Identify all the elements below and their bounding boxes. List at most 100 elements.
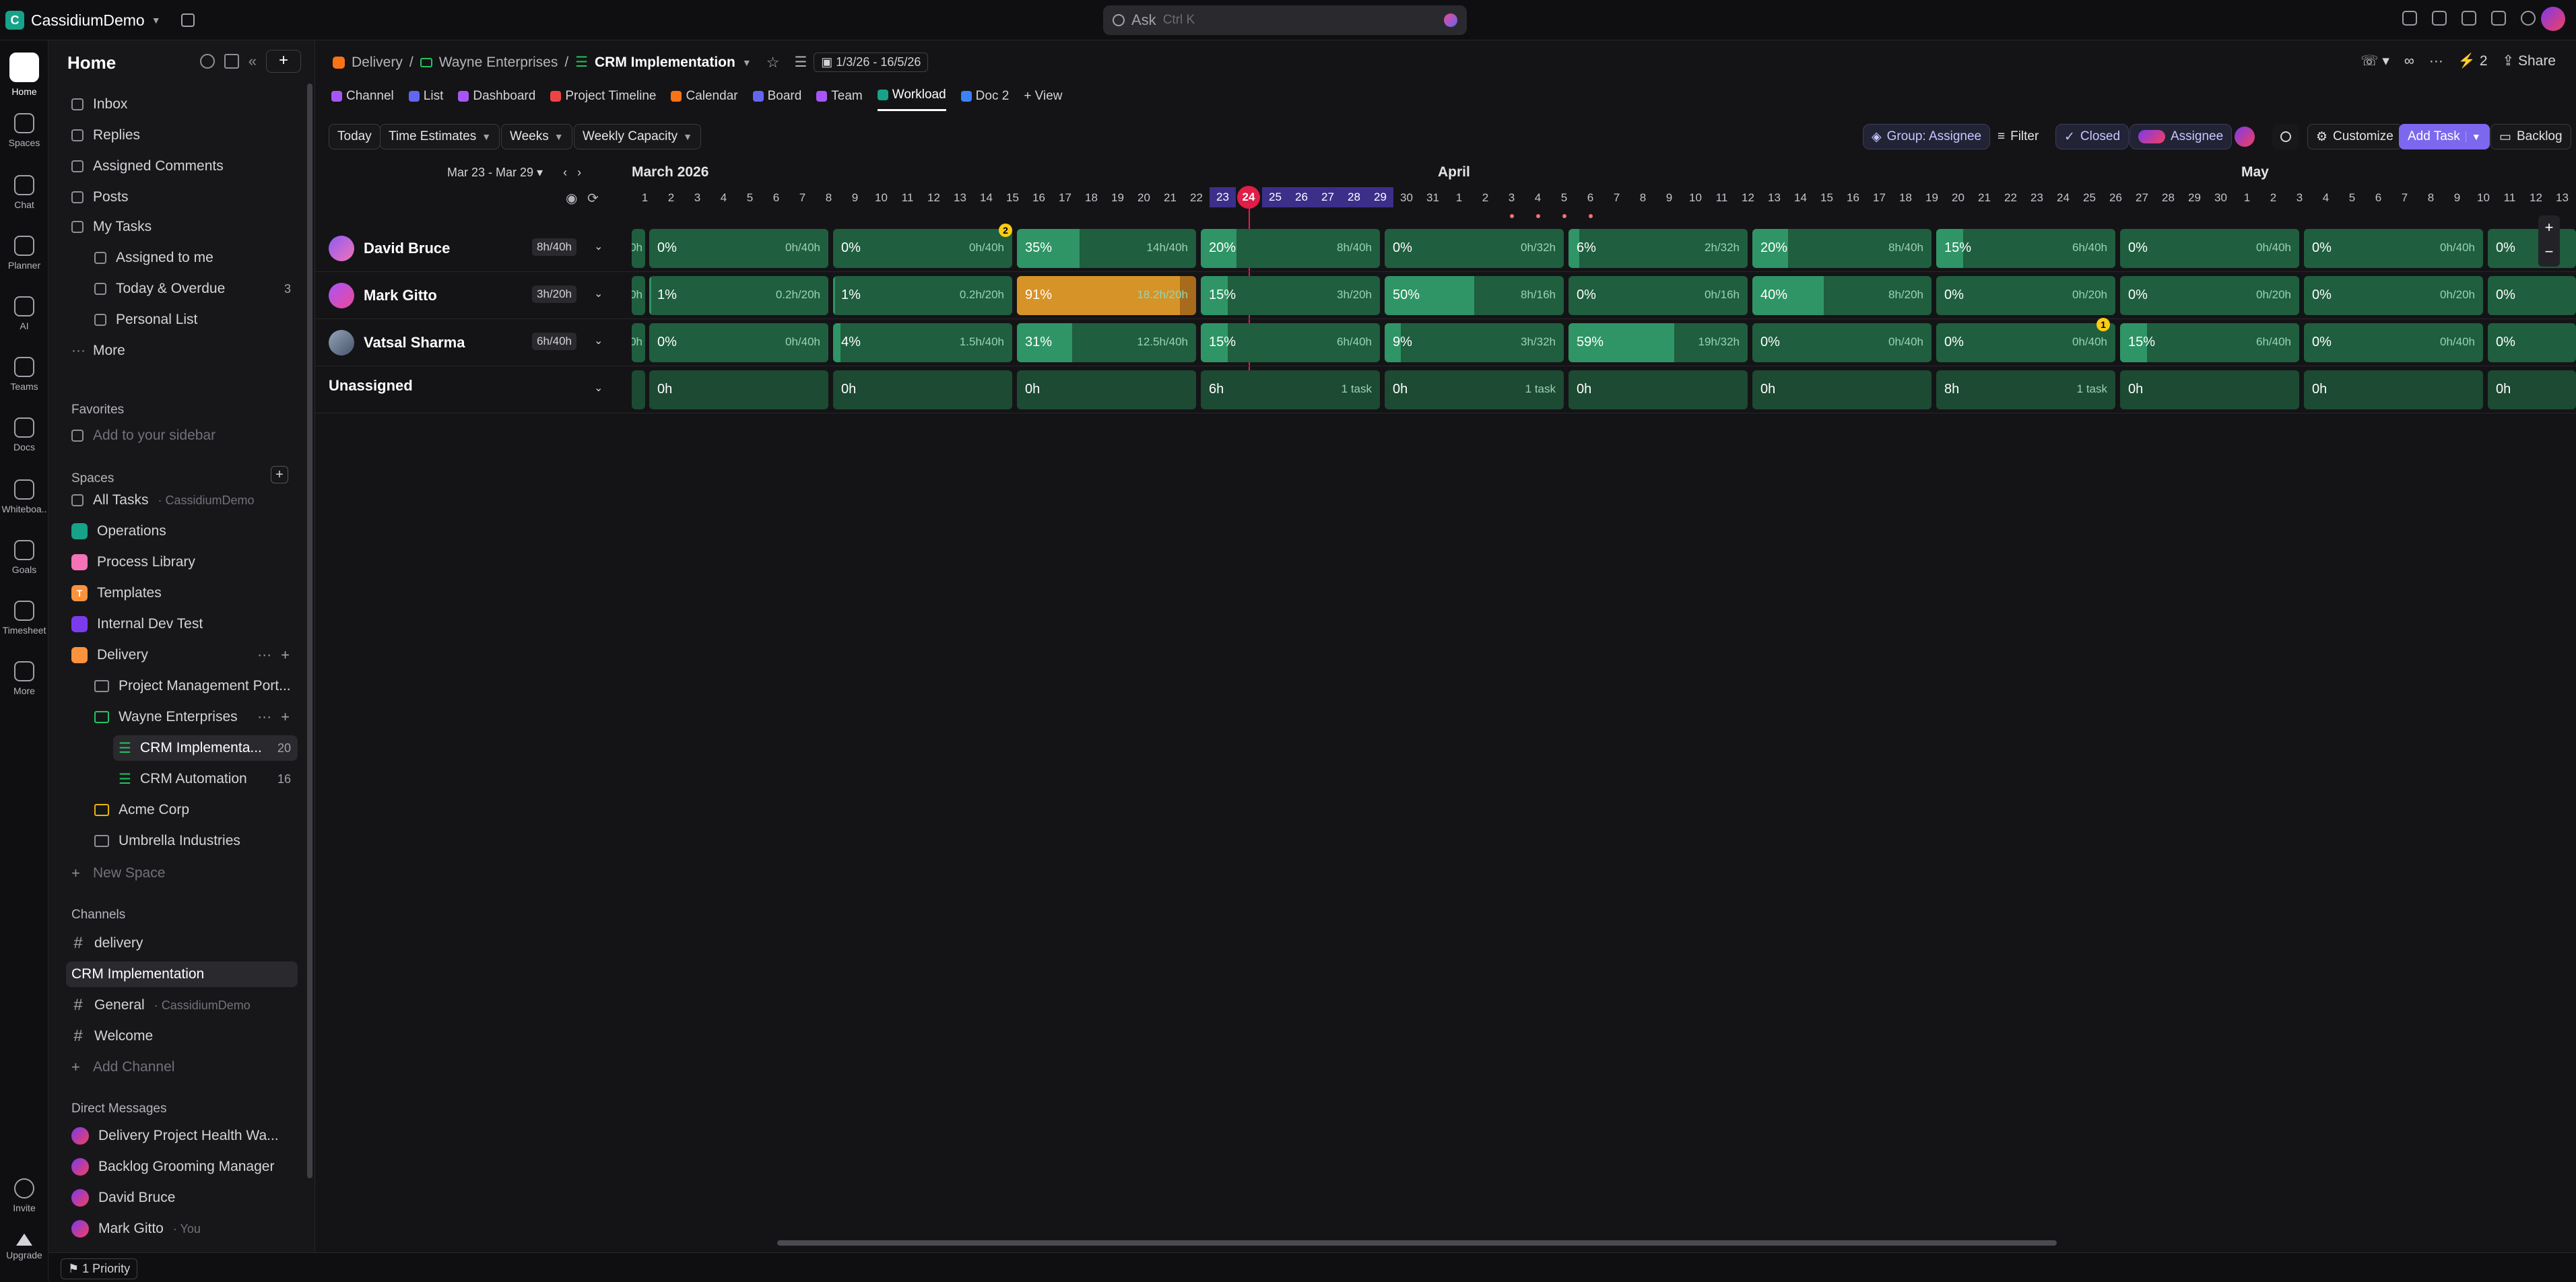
- task-badge[interactable]: 1: [2096, 318, 2110, 331]
- workload-cell[interactable]: 31% 12.5h/40h: [1017, 323, 1196, 362]
- refresh-icon[interactable]: ⟳: [587, 190, 599, 207]
- sidebar-child-crm-automation[interactable]: ☰ CRM Automation 16: [113, 766, 298, 792]
- workload-cell[interactable]: 0h: [1017, 370, 1196, 409]
- person-name[interactable]: Unassigned: [329, 377, 413, 395]
- chevron-down-icon[interactable]: ⌄: [594, 334, 603, 347]
- workload-cell[interactable]: 0h: [1568, 370, 1748, 409]
- chevron-down-icon[interactable]: ⌄: [594, 381, 603, 395]
- space-internal-dev-test[interactable]: Internal Dev Test: [66, 611, 298, 637]
- more-icon[interactable]: ···: [257, 709, 271, 725]
- tab-channel[interactable]: Channel: [331, 88, 394, 111]
- workload-cell[interactable]: 6% 2h/32h: [1568, 229, 1748, 268]
- sidebar-item-replies[interactable]: Replies: [66, 123, 298, 148]
- more-icon[interactable]: ···: [257, 647, 271, 663]
- tab--view[interactable]: + View: [1024, 88, 1062, 111]
- workload-cell[interactable]: 0%: [2488, 323, 2576, 362]
- workload-cell[interactable]: 0% 0h/40h: [1752, 323, 1931, 362]
- sidebar-item-inbox[interactable]: Inbox: [66, 92, 298, 117]
- rail-item-invite[interactable]: Invite: [0, 1178, 48, 1213]
- workload-cell[interactable]: 0%: [2488, 229, 2576, 268]
- workload-cell[interactable]: 35% 14h/40h: [1017, 229, 1196, 268]
- date-range-chip[interactable]: ▣ 1/3/26 - 16/5/26: [814, 53, 929, 72]
- weeks-dropdown[interactable]: Weeks ▼: [501, 124, 572, 149]
- workload-cell[interactable]: 0% 0h/40h: [1936, 323, 2115, 362]
- backlog-button[interactable]: ▭ Backlog: [2490, 124, 2571, 149]
- priority-chip[interactable]: ⚑ 1 Priority: [61, 1258, 138, 1279]
- workload-cell[interactable]: 40% 8h/20h: [1752, 276, 1931, 315]
- workload-cell[interactable]: 0% 0h/20h: [2304, 276, 2483, 315]
- date-range-picker[interactable]: Mar 23 - Mar 29 ▾ ‹ ›: [447, 166, 581, 180]
- lead-cell[interactable]: 0h: [632, 276, 645, 315]
- rail-item-home[interactable]: Home: [0, 53, 48, 97]
- search-icon[interactable]: [199, 54, 215, 69]
- breadcrumb-list[interactable]: CRM Implementation: [595, 55, 735, 71]
- sidebar-item-today-overdue[interactable]: Today & Overdue 3: [89, 276, 298, 302]
- workload-cell[interactable]: 0h: [1752, 370, 1931, 409]
- zoom-out-button[interactable]: −: [2538, 240, 2560, 264]
- tab-list[interactable]: List: [408, 88, 443, 111]
- sidebar-item-assigned-to-me[interactable]: Assigned to me: [89, 245, 298, 271]
- tab-calendar[interactable]: Calendar: [671, 88, 738, 111]
- sidebar-child-acme-corp[interactable]: Acme Corp: [89, 797, 298, 823]
- ai-sparkle-icon[interactable]: [1444, 13, 1457, 27]
- horizontal-scrollbar[interactable]: [777, 1240, 2057, 1246]
- workload-cell[interactable]: 50% 8h/16h: [1385, 276, 1564, 315]
- lead-cell[interactable]: 0h: [632, 229, 645, 268]
- workload-cell[interactable]: 15% 6h/40h: [1201, 323, 1380, 362]
- person-name[interactable]: Vatsal Sharma: [329, 330, 465, 356]
- workload-cell[interactable]: 0% 0h/40h: [2304, 229, 2483, 268]
- plus-icon[interactable]: +: [281, 708, 290, 726]
- eye-icon[interactable]: ◉: [566, 190, 577, 207]
- rail-item-planner[interactable]: Planner: [0, 236, 48, 271]
- workload-cell[interactable]: 0% 0h/32h: [1385, 229, 1564, 268]
- workload-cell[interactable]: 15% 3h/20h: [1201, 276, 1380, 315]
- collapse-icon[interactable]: «: [249, 53, 257, 70]
- create-button[interactable]: +: [266, 50, 301, 73]
- workload-cell[interactable]: 20% 8h/40h: [1752, 229, 1931, 268]
- automation-count[interactable]: ⚡ 2: [2458, 53, 2488, 69]
- workload-cell[interactable]: 4% 1.5h/40h: [833, 323, 1012, 362]
- rail-item-ai[interactable]: AI: [0, 296, 48, 331]
- workload-cell[interactable]: 15% 6h/40h: [2120, 323, 2299, 362]
- video-icon[interactable]: [2432, 11, 2447, 26]
- rail-item-goals[interactable]: Goals: [0, 540, 48, 575]
- workload-cell[interactable]: 0% 0h/20h: [1936, 276, 2115, 315]
- space-process-library[interactable]: Process Library: [66, 549, 298, 575]
- lead-cell[interactable]: 0h: [632, 323, 645, 362]
- chevron-down-icon[interactable]: ▼: [742, 57, 752, 68]
- sidebar-item-more[interactable]: ··· More: [66, 338, 298, 364]
- workload-cell[interactable]: 0% 0h/40h: [649, 323, 828, 362]
- add-space-icon[interactable]: +: [271, 466, 288, 483]
- workload-cell[interactable]: 0% 0h/40h: [833, 229, 1012, 268]
- sidebar-scrollbar[interactable]: [307, 83, 312, 1178]
- share-button[interactable]: ⇪ Share: [2503, 53, 2556, 69]
- task-badge[interactable]: 2: [999, 224, 1012, 237]
- rail-item-upgrade[interactable]: Upgrade: [0, 1234, 48, 1260]
- workload-cell[interactable]: 0% 0h/20h: [2120, 276, 2299, 315]
- space-delivery[interactable]: Delivery ··· +: [66, 642, 298, 668]
- search-button[interactable]: [2272, 124, 2299, 149]
- person-name[interactable]: David Bruce: [329, 236, 450, 261]
- user-avatar[interactable]: [2235, 127, 2255, 147]
- workload-cell[interactable]: 0% 0h/40h: [2120, 229, 2299, 268]
- closed-button[interactable]: ✓ Closed: [2055, 124, 2129, 149]
- sidebar-item-my-tasks[interactable]: My Tasks: [66, 214, 298, 240]
- grid-icon[interactable]: [2491, 11, 2506, 26]
- breadcrumb-delivery[interactable]: Delivery: [352, 55, 403, 71]
- assignee-button[interactable]: Assignee: [2129, 124, 2233, 149]
- space-templates[interactable]: T Templates: [66, 580, 298, 606]
- chevron-down-icon[interactable]: ⌄: [594, 287, 603, 300]
- tab-project-timeline[interactable]: Project Timeline: [550, 88, 656, 111]
- rail-item-timesheet[interactable]: Timesheet: [0, 601, 48, 636]
- tab-team[interactable]: Team: [816, 88, 863, 111]
- rail-item-whiteboard[interactable]: Whiteboa..: [0, 479, 48, 514]
- sidebar-child-wayne-enterprises[interactable]: Wayne Enterprises ··· +: [89, 704, 298, 730]
- workload-cell[interactable]: 59% 19h/32h: [1568, 323, 1748, 362]
- workload-cell[interactable]: 1% 0.2h/20h: [649, 276, 828, 315]
- glasses-icon[interactable]: ∞: [2404, 53, 2414, 69]
- workload-cell[interactable]: 91% 18.2h/20h: [1017, 276, 1196, 315]
- tab-dashboard[interactable]: Dashboard: [458, 88, 535, 111]
- chevron-down-icon[interactable]: ⌄: [594, 240, 603, 253]
- doc-icon[interactable]: [2462, 11, 2476, 26]
- sidebar-child-umbrella-industries[interactable]: Umbrella Industries: [89, 828, 298, 854]
